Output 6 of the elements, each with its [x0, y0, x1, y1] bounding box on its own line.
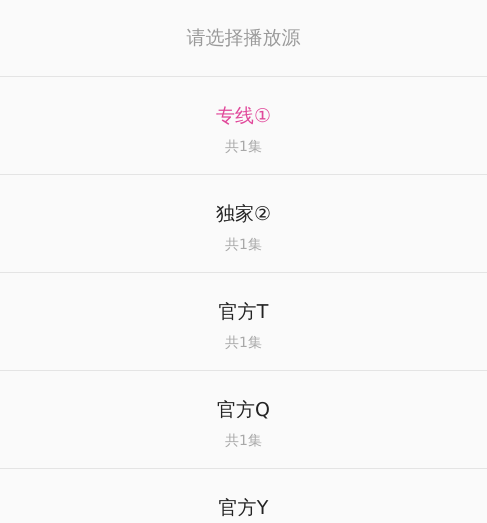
- source-item[interactable]: 官方Y: [0, 469, 487, 523]
- source-item[interactable]: 官方T 共1集: [0, 273, 487, 371]
- source-item[interactable]: 官方Q 共1集: [0, 371, 487, 469]
- source-item[interactable]: 独家② 共1集: [0, 175, 487, 273]
- source-item[interactable]: 专线① 共1集: [0, 77, 487, 175]
- dialog-title: 请选择播放源: [186, 26, 300, 51]
